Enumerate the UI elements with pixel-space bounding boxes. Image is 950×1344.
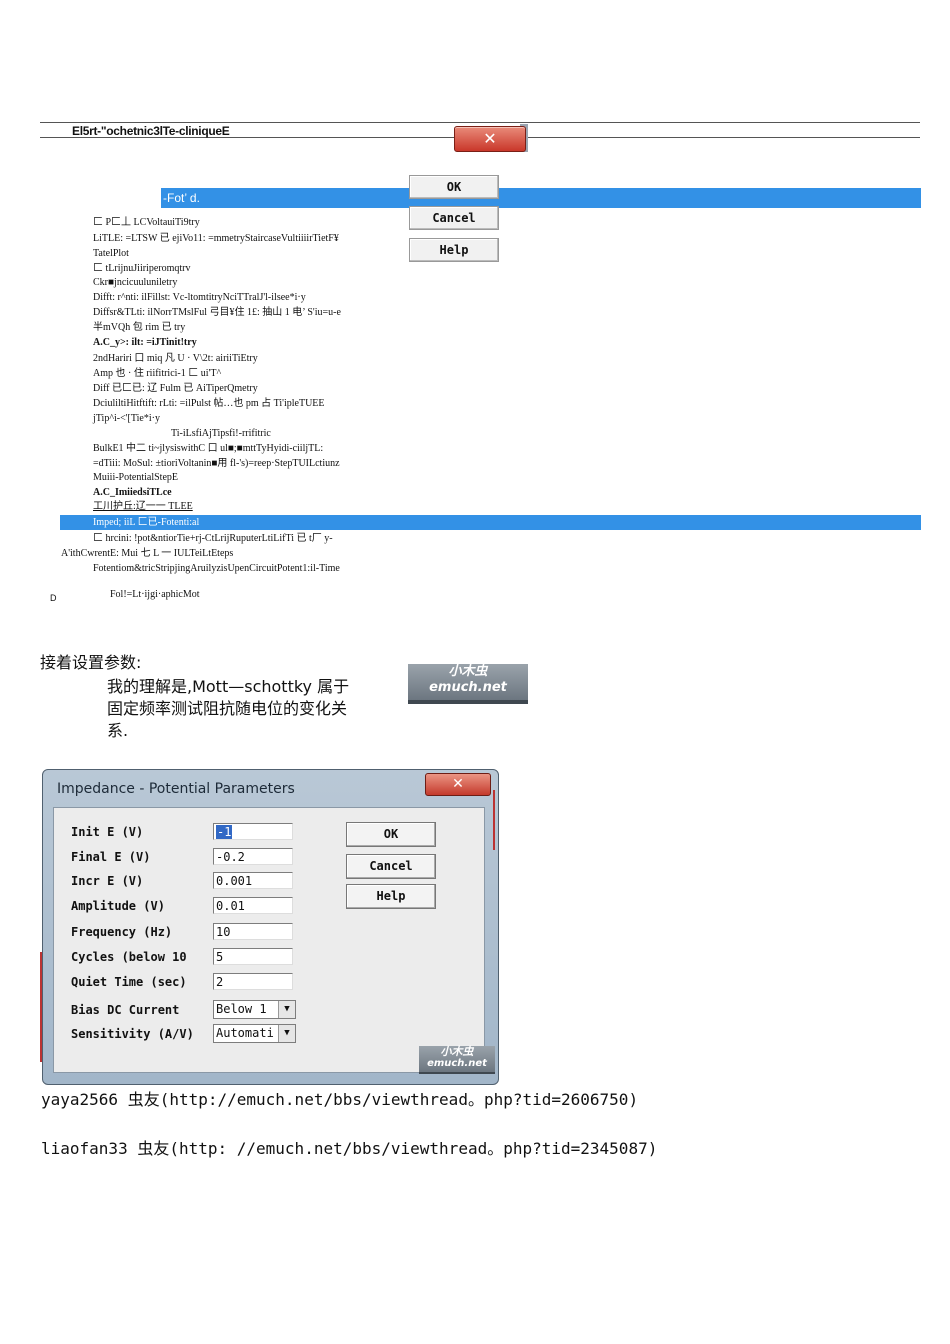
impedance-cancel-button[interactable]: Cancel	[346, 854, 436, 879]
impedance-close-button[interactable]: ✕	[425, 773, 491, 796]
technique-item[interactable]: Amp 也 · 住 riifitrici-1 匚 ui'T^	[93, 367, 221, 380]
technique-item[interactable]: 匚 hrcini: !pot&ntiorTie+rj-CtLrijRuputer…	[93, 532, 333, 545]
impedance-dialog-title: Impedance - Potential Parameters	[57, 781, 295, 797]
technique-item[interactable]: Fotentiom&tricStripjingAruilyzisUpenCirc…	[93, 562, 340, 575]
stray-letter: D	[50, 593, 57, 603]
technique-filter-highlight: -Fot’ d.	[161, 188, 921, 208]
watermark-line-1: 小木虫	[448, 664, 488, 679]
technique-item[interactable]: TatelPlot	[93, 247, 129, 260]
technique-close-button[interactable]: ✕	[454, 126, 526, 152]
init-e-label: Init E (V)	[71, 825, 144, 839]
watermark-line-2: emuch.net	[427, 1058, 487, 1069]
technique-item[interactable]: Fol!=Lt·ijgi·aphicMot	[110, 588, 200, 601]
incr-e-label: Incr E (V)	[71, 874, 144, 888]
source-link-1[interactable]: yaya2566 虫友(http://emuch.net/bbs/viewthr…	[41, 1086, 638, 1110]
source-link-2[interactable]: liaofan33 虫友(http: //emuch.net/bbs/viewt…	[41, 1135, 657, 1159]
selected-technique-label: Imped; iiL 匚已-Fotenti:al	[93, 517, 200, 528]
dialog-top-rule	[40, 122, 920, 123]
technique-ok-button[interactable]: OK	[409, 175, 499, 199]
impedance-ok-button[interactable]: OK	[346, 822, 436, 847]
bias-dc-current-value: Below 1	[216, 1002, 267, 1016]
technique-help-button[interactable]: Help	[409, 238, 499, 262]
notes-line-1: 我的理解是,Mott—schottky 属于	[107, 677, 350, 696]
technique-item[interactable]: 半mVQh 包 rim 已 try	[93, 321, 185, 334]
sensitivity-select[interactable]: Automati ▼	[213, 1024, 296, 1043]
technique-item[interactable]: 工川护丘:辽一一 TLEE	[93, 500, 193, 513]
technique-item[interactable]: Ti-iLsfiAjTipsfi!-rrifitric	[171, 427, 271, 440]
incr-e-input[interactable]: 0.001	[213, 872, 293, 889]
technique-item[interactable]: DciuliltiHitftift: rLti: =ilPulst 帖…也 pm…	[93, 397, 325, 410]
emuch-watermark: 小木虫 emuch.net	[408, 664, 528, 704]
technique-item[interactable]: 匚 P匚丄 LCVoltauiTi9try	[93, 216, 200, 229]
red-edge-mark	[493, 790, 495, 850]
init-e-input[interactable]: -1	[213, 823, 293, 840]
technique-item[interactable]: BulkE1 中二 ti~jlysiswithC 口 ul■;■mttTyHyi…	[93, 442, 323, 455]
frequency-label: Frequency (Hz)	[71, 925, 173, 939]
watermark-line-2: emuch.net	[429, 680, 507, 695]
watermark-line-1: 小木虫	[440, 1045, 474, 1058]
emuch-watermark: 小木虫 emuch.net	[419, 1046, 495, 1074]
close-icon: ✕	[452, 776, 464, 792]
notes-line-3: 系.	[107, 721, 129, 740]
technique-item[interactable]: Diffsr&TLti: ilNorrTMslFul 弓目¥住 1£: 抽山 1…	[93, 306, 341, 319]
final-e-label: Final E (V)	[71, 850, 151, 864]
chevron-down-icon[interactable]: ▼	[278, 1001, 295, 1018]
bias-dc-current-label: Bias DC Current	[71, 1003, 180, 1017]
technique-item[interactable]: 匚 tLrijnuJiiriperomqtrv	[93, 262, 191, 275]
bias-dc-current-select[interactable]: Below 1 ▼	[213, 1000, 296, 1019]
impedance-dialog: Impedance - Potential Parameters ✕ Init …	[42, 769, 499, 1085]
impedance-dialog-body: Init E (V) -1 Final E (V) -0.2 Incr E (V…	[53, 807, 485, 1073]
technique-item[interactable]: A'ithCwrentE: Mui 七 L 一 IULTeiLtEteps	[61, 547, 233, 560]
notes-line-2: 固定频率测试阻抗随电位的变化关	[107, 699, 348, 718]
init-e-value: -1	[216, 825, 233, 839]
technique-item[interactable]: Diff 已匚已: 辽 Fulm 已 AiTiperQmetry	[93, 382, 258, 395]
technique-item[interactable]: =dTiii: MoSul: ±tioriVoltanin■用 fl-'s)=r…	[93, 457, 340, 470]
technique-item[interactable]: Difft: r^nti: ilFillst: Vc-ltomtitryNciT…	[93, 291, 306, 304]
technique-item[interactable]: 2ndHariri 口 miq 凡 U · V\2t: airiiTiEtry	[93, 352, 258, 365]
cycles-input[interactable]: 5	[213, 948, 293, 965]
technique-dialog-title: El5rt-"ochetnic3lTe-cliniqueE	[72, 124, 230, 138]
technique-item[interactable]: jTip^i-<'[Tie*i·y	[93, 412, 160, 425]
final-e-input[interactable]: -0.2	[213, 848, 293, 865]
quiet-time-input[interactable]: 2	[213, 973, 293, 990]
cycles-label: Cycles (below 10	[71, 950, 187, 964]
sensitivity-label: Sensitivity (A/V)	[71, 1027, 194, 1041]
close-icon: ✕	[483, 129, 497, 148]
technique-item[interactable]: Ckr■jncicuuluniletry	[93, 276, 177, 289]
technique-cancel-button[interactable]: Cancel	[409, 206, 499, 230]
amplitude-label: Amplitude (V)	[71, 899, 165, 913]
technique-filter-text: -Fot’ d.	[163, 191, 200, 205]
chevron-down-icon[interactable]: ▼	[278, 1025, 295, 1042]
technique-item[interactable]: A.C_y>: ilt: =iJTinit!try	[93, 336, 197, 349]
technique-item[interactable]: A.C_ImiiedsiTLce	[93, 486, 172, 499]
sensitivity-value: Automati	[216, 1026, 274, 1040]
technique-item[interactable]: Muiii-PotentialStepE	[93, 471, 178, 484]
notes-heading: 接着设置参数:	[40, 653, 142, 672]
red-edge-mark	[40, 952, 42, 1062]
quiet-time-label: Quiet Time (sec)	[71, 975, 187, 989]
impedance-help-button[interactable]: Help	[346, 884, 436, 909]
frequency-input[interactable]: 10	[213, 923, 293, 940]
technique-item-selected[interactable]: Imped; iiL 匚已-Fotenti:al	[60, 515, 921, 530]
technique-item[interactable]: LiTLE: =LTSW 已 ejiVo11: =mmetryStaircase…	[93, 232, 339, 245]
amplitude-input[interactable]: 0.01	[213, 897, 293, 914]
